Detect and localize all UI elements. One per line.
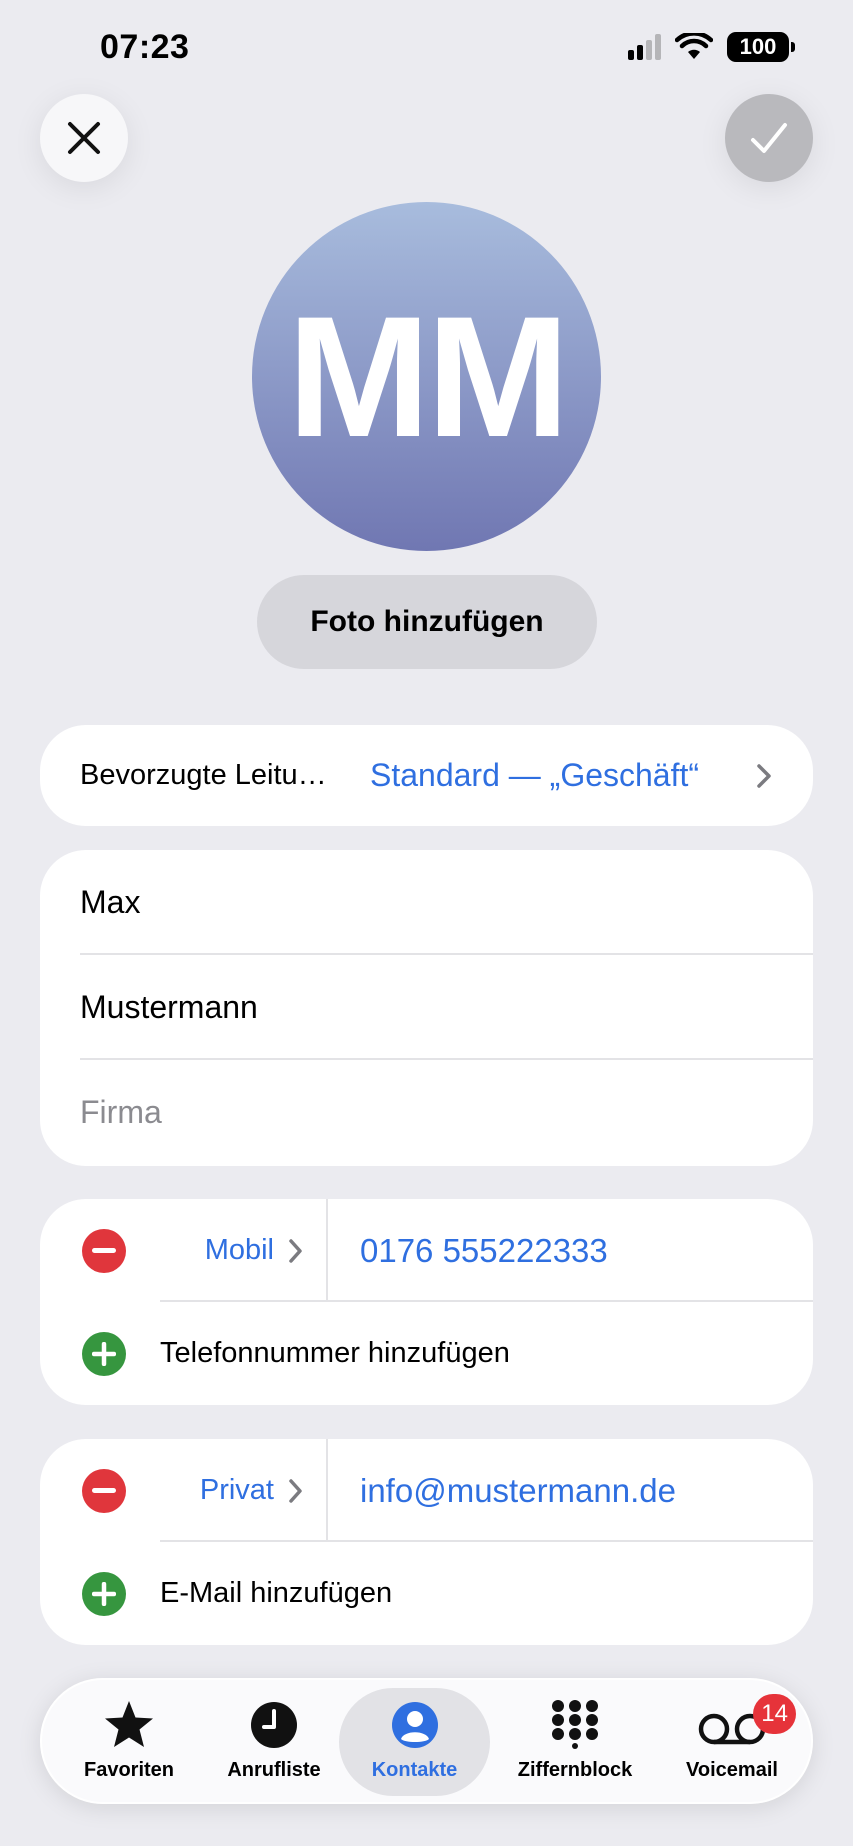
add-photo-button[interactable]: Foto hinzufügen: [257, 575, 597, 669]
add-phone-button[interactable]: [82, 1331, 126, 1376]
chevron-right-icon: [289, 1238, 302, 1263]
phone-type-label: Mobil: [204, 1234, 274, 1266]
star-icon: [105, 1701, 153, 1747]
clock-icon: [251, 1702, 297, 1748]
add-phone-row[interactable]: Telefonnummer hinzufügen: [40, 1302, 813, 1405]
first-name-field[interactable]: Max: [40, 850, 813, 955]
done-button[interactable]: [725, 94, 813, 182]
email-card: Privat info@mustermann.de E-Mail hinzufü…: [40, 1439, 813, 1645]
add-email-button[interactable]: [82, 1571, 126, 1616]
voicemail-badge: 14: [753, 1694, 796, 1734]
close-icon: [68, 122, 100, 154]
plus-icon: [92, 1581, 116, 1606]
status-icons: 100: [628, 32, 795, 62]
tab-bar: Favoriten Anrufliste Kontakte Ziffernblo…: [40, 1678, 813, 1804]
last-name-field[interactable]: Mustermann: [40, 955, 813, 1060]
phone-card: Mobil 0176 555222333 Telefonnummer hinzu…: [40, 1199, 813, 1405]
chevron-right-icon: [757, 763, 771, 788]
status-time: 07:23: [100, 28, 190, 66]
tab-label: Favoriten: [83, 1759, 175, 1781]
remove-email-button[interactable]: [82, 1468, 126, 1513]
tab-label: Anrufliste: [227, 1759, 321, 1781]
remove-phone-button[interactable]: [82, 1228, 126, 1273]
cellular-signal-icon: [628, 34, 661, 60]
email-type-label: Privat: [199, 1474, 274, 1506]
tab-label: Voicemail: [686, 1759, 778, 1781]
name-card: Max Mustermann Firma: [40, 850, 813, 1166]
tab-label: Ziffernblock: [517, 1759, 633, 1781]
plus-icon: [92, 1341, 116, 1366]
preferred-line-label: Bevorzugte Leitu…: [80, 759, 327, 791]
preferred-line-value: Standard — „Geschäft“: [370, 757, 700, 793]
add-email-label: E-Mail hinzufügen: [160, 1577, 393, 1609]
preferred-line-row[interactable]: Bevorzugte Leitu… Standard — „Geschäft“: [40, 725, 813, 826]
email-row: Privat info@mustermann.de: [40, 1439, 813, 1542]
tab-anrufliste[interactable]: Anrufliste: [209, 1680, 339, 1802]
email-type-selector[interactable]: Privat: [160, 1439, 328, 1542]
keypad-icon: [552, 1700, 598, 1749]
avatar: MM: [252, 202, 601, 551]
checkmark-icon: [751, 123, 787, 153]
battery-indicator: 100: [727, 32, 795, 62]
email-field[interactable]: info@mustermann.de: [360, 1472, 676, 1510]
tab-kontakte[interactable]: Kontakte: [339, 1680, 490, 1802]
wifi-icon: [675, 33, 713, 59]
tab-voicemail[interactable]: Voicemail 14: [662, 1680, 802, 1802]
chevron-right-icon: [289, 1478, 302, 1503]
close-button[interactable]: [40, 94, 128, 182]
add-email-row[interactable]: E-Mail hinzufügen: [40, 1542, 813, 1645]
tab-favoriten[interactable]: Favoriten: [64, 1680, 194, 1802]
minus-icon: [92, 1487, 116, 1493]
add-phone-label: Telefonnummer hinzufügen: [160, 1337, 510, 1369]
tab-ziffernblock[interactable]: Ziffernblock: [500, 1680, 650, 1802]
minus-icon: [92, 1247, 116, 1253]
company-field[interactable]: Firma: [40, 1060, 813, 1165]
phone-number-field[interactable]: 0176 555222333: [360, 1232, 608, 1270]
phone-type-selector[interactable]: Mobil: [160, 1199, 328, 1302]
tab-label: Kontakte: [371, 1759, 458, 1781]
person-icon: [391, 1702, 438, 1748]
phone-row: Mobil 0176 555222333: [40, 1199, 813, 1302]
